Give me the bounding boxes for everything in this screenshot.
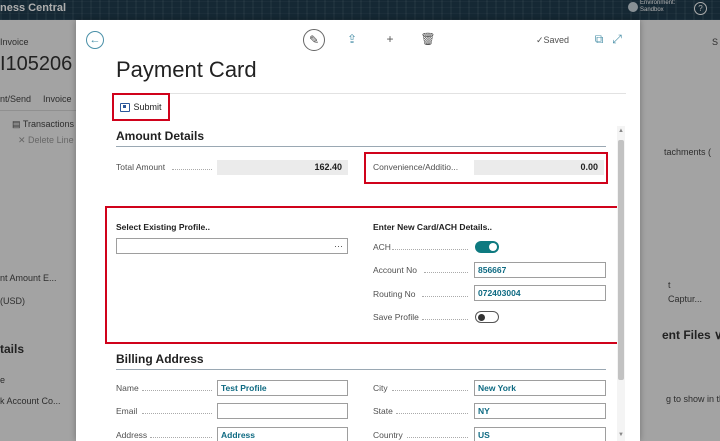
city-input[interactable]: New York bbox=[474, 380, 606, 396]
amount-details-title: Amount Details bbox=[116, 129, 205, 143]
action-bar-divider bbox=[116, 93, 626, 94]
section-rule bbox=[116, 369, 606, 370]
account-no-label: Account No bbox=[373, 265, 417, 275]
total-amount-label: Total Amount bbox=[116, 162, 166, 172]
saved-status: ✓Saved bbox=[536, 35, 570, 45]
address-input[interactable]: Address bbox=[217, 427, 348, 441]
submit-icon bbox=[120, 102, 131, 112]
scroll-down-icon[interactable]: ▼ bbox=[618, 432, 624, 438]
convenience-value: 0.00 bbox=[474, 160, 604, 175]
email-label: Email bbox=[116, 406, 138, 416]
payment-card-dialog: ← ✎ ⇪ + 🗑 ✓Saved ⧉ ⤢ Payment Card Submit… bbox=[76, 20, 640, 441]
city-label: City bbox=[373, 383, 388, 393]
country-input[interactable]: US bbox=[474, 427, 606, 441]
select-existing-profile-title: Select Existing Profile.. bbox=[116, 222, 211, 232]
account-no-input[interactable]: 856667 bbox=[474, 262, 606, 278]
scrollbar-thumb[interactable] bbox=[618, 140, 624, 380]
state-label: State bbox=[373, 406, 393, 416]
name-label: Name bbox=[116, 383, 139, 393]
expand-button[interactable]: ⤢ bbox=[609, 31, 625, 47]
name-input[interactable]: Test Profile bbox=[217, 380, 348, 396]
ach-label: ACH bbox=[373, 242, 391, 252]
page-title: Payment Card bbox=[116, 57, 257, 82]
form-content: Amount Details Total Amount 162.40 Conve… bbox=[105, 126, 620, 441]
scroll-up-icon[interactable]: ▲ bbox=[618, 128, 624, 134]
email-input[interactable] bbox=[217, 403, 348, 419]
convenience-label: Convenience/Additio... bbox=[373, 162, 459, 172]
address-label: Address bbox=[116, 430, 148, 440]
billing-address-title: Billing Address bbox=[116, 352, 204, 366]
total-amount-value: 162.40 bbox=[217, 160, 348, 175]
submit-button[interactable]: Submit bbox=[112, 93, 170, 121]
new-card-title: Enter New Card/ACH Details.. bbox=[373, 222, 493, 232]
share-button[interactable]: ⇪ bbox=[344, 31, 360, 47]
new-button[interactable]: + bbox=[382, 31, 398, 47]
share-icon: ⇪ bbox=[346, 32, 358, 46]
plus-icon: + bbox=[386, 32, 394, 46]
ach-toggle[interactable] bbox=[475, 241, 499, 253]
submit-label: Submit bbox=[133, 102, 162, 112]
open-new-window-button[interactable]: ⧉ bbox=[591, 31, 607, 47]
section-rule bbox=[116, 146, 606, 147]
lookup-ellipsis-icon[interactable]: ··· bbox=[334, 241, 343, 251]
arrow-left-icon: ← bbox=[89, 34, 101, 46]
routing-no-label: Routing No bbox=[373, 289, 416, 299]
delete-button[interactable]: 🗑 bbox=[420, 31, 436, 47]
save-profile-toggle[interactable] bbox=[475, 311, 499, 323]
check-icon: ✓ bbox=[536, 35, 544, 45]
save-profile-label: Save Profile bbox=[373, 312, 419, 322]
edit-button[interactable]: ✎ bbox=[303, 29, 325, 51]
existing-profile-input[interactable]: ··· bbox=[116, 238, 348, 254]
country-label: Country bbox=[373, 430, 403, 440]
open-window-icon: ⧉ bbox=[594, 32, 604, 46]
state-input[interactable]: NY bbox=[474, 403, 606, 419]
expand-icon: ⤢ bbox=[612, 32, 622, 46]
back-button[interactable]: ← bbox=[86, 31, 104, 49]
trash-icon: 🗑 bbox=[420, 32, 436, 46]
pencil-icon: ✎ bbox=[308, 33, 320, 47]
routing-no-input[interactable]: 072403004 bbox=[474, 285, 606, 301]
